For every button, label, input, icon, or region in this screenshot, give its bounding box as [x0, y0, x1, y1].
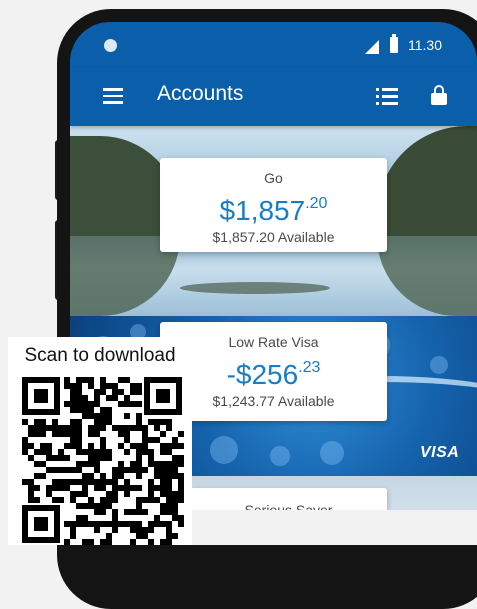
status-time: 11.30	[408, 37, 442, 53]
account-balance: $1,857.20	[219, 195, 328, 226]
page-title: Accounts	[157, 82, 244, 105]
account-card-low-rate-visa[interactable]: Low Rate Visa -$256.23 $1,243.77 Availab…	[160, 322, 387, 421]
account-name: Low Rate Visa	[228, 334, 319, 350]
account-available: $1,243.77 Available	[212, 393, 335, 409]
account-available: $1,857.20 Available	[212, 229, 335, 245]
account-card-go[interactable]: Go $1,857.20 $1,857.20 Available	[160, 158, 387, 252]
account-balance: -$256.23	[226, 359, 321, 390]
camera-dot	[104, 39, 117, 52]
qr-download-panel: Scan to download	[8, 337, 192, 545]
visa-logo: VISA	[420, 444, 460, 461]
status-bar: 11.30	[70, 22, 477, 68]
signal-icon	[365, 40, 379, 54]
app-bar: Accounts	[70, 68, 477, 126]
qr-caption: Scan to download	[24, 345, 176, 366]
lock-icon[interactable]	[431, 85, 447, 105]
qr-code-icon[interactable]	[20, 375, 184, 545]
menu-icon[interactable]	[103, 88, 123, 104]
account-name: Go	[264, 170, 283, 186]
battery-icon	[390, 34, 398, 53]
bottom-fade	[192, 510, 477, 545]
list-icon[interactable]	[376, 88, 398, 105]
